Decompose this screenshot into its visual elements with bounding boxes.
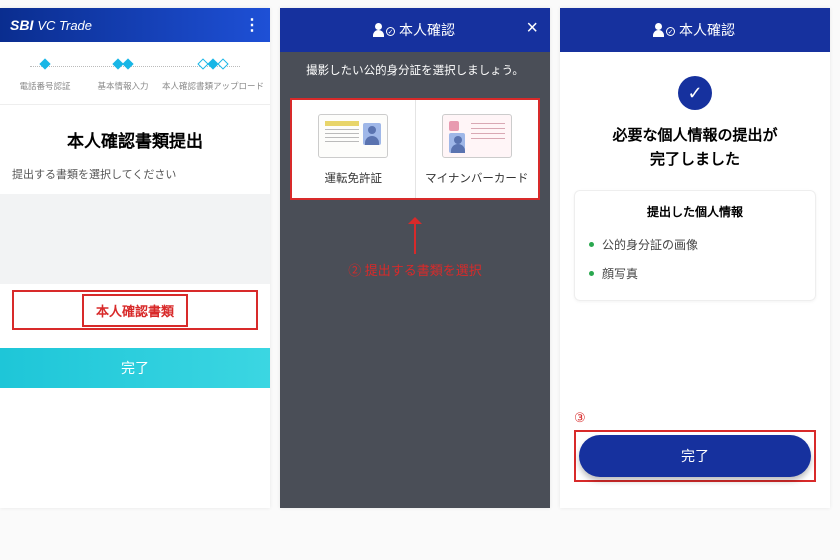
option-drivers-license[interactable]: 運転免許証: [292, 100, 416, 198]
identity-document-label: 本人確認書類: [82, 294, 188, 327]
page-title: 本人確認書類提出: [0, 127, 270, 152]
arrow-up-icon: [408, 210, 422, 224]
identity-icon: ✓: [655, 23, 673, 37]
step-label: 本人確認書類アップロード: [162, 80, 264, 92]
submitted-item: 公的身分証の画像: [589, 230, 801, 259]
title-line: 完了しました: [650, 151, 740, 168]
arrow-stem: [414, 224, 416, 254]
annotation-2-text: ② 提出する書類を選択: [280, 260, 550, 279]
brand-sub: VC Trade: [37, 18, 92, 33]
done-label: 完了: [681, 446, 709, 466]
modal-title: 本人確認: [399, 20, 455, 40]
submitted-info-card: 提出した個人情報 公的身分証の画像 顔写真: [574, 190, 816, 301]
item-label: 顔写真: [602, 265, 638, 282]
screen-2: ✓ 本人確認 × 撮影したい公的身分証を選択しましょう。 運転免許証 マイナンバ…: [280, 8, 550, 508]
brand-logo: SBI: [10, 17, 33, 33]
bullet-icon: [589, 242, 594, 247]
app-header: SBI VC Trade ⋮: [0, 8, 270, 42]
drivers-license-icon: [318, 114, 388, 158]
submitted-item: 顔写真: [589, 259, 801, 288]
option-label: マイナンバーカード: [422, 170, 533, 186]
annotation-2: ② 提出する書類を選択: [280, 210, 550, 279]
modal-instruction: 撮影したい公的身分証を選択しましょう。: [280, 52, 550, 88]
mynumber-card-icon: [442, 114, 512, 158]
spacer: [0, 194, 270, 284]
complete-label: 完了: [121, 358, 149, 378]
completion-body: ✓ 必要な個人情報の提出が 完了しました 提出した個人情報 公的身分証の画像 顔…: [560, 52, 830, 301]
option-label: 運転免許証: [298, 170, 409, 186]
screen-3: ✓ 本人確認 ✓ 必要な個人情報の提出が 完了しました 提出した個人情報 公的身…: [560, 8, 830, 508]
annotation-3-box: 完了: [574, 430, 816, 482]
identity-document-button[interactable]: 本人確認書類: [12, 290, 258, 330]
progress-stepper: 電話番号認証 基本情報入力 本人確認書類アップロード: [0, 42, 270, 105]
title-line: 必要な個人情報の提出が: [612, 127, 777, 144]
modal-header: ✓ 本人確認 ×: [280, 8, 550, 52]
identity-icon: ✓: [375, 23, 393, 37]
card-header: 提出した個人情報: [589, 203, 801, 220]
complete-button[interactable]: 完了: [0, 348, 270, 388]
modal-header: ✓ 本人確認: [560, 8, 830, 52]
step-upload: 本人確認書類アップロード: [162, 60, 264, 92]
done-section: ③ 完了: [574, 410, 816, 482]
modal-title: 本人確認: [679, 20, 735, 40]
screen-1: SBI VC Trade ⋮ 電話番号認証 基本情報入力 本人確認書類アップロー…: [0, 8, 270, 508]
completion-title: 必要な個人情報の提出が 完了しました: [574, 124, 816, 172]
bullet-icon: [589, 271, 594, 276]
item-label: 公的身分証の画像: [602, 236, 698, 253]
instruction-text: 提出する書類を選択してください: [0, 166, 270, 194]
step-basic-info: 基本情報入力: [84, 60, 162, 92]
option-mynumber-card[interactable]: マイナンバーカード: [416, 100, 539, 198]
step-label: 電話番号認証: [6, 80, 84, 92]
step-label: 基本情報入力: [84, 80, 162, 92]
annotation-3: ③: [574, 410, 816, 426]
modal-body: 撮影したい公的身分証を選択しましょう。 運転免許証 マイナンバーカード ② 提出…: [280, 52, 550, 508]
step-phone: 電話番号認証: [6, 60, 84, 92]
success-check-icon: ✓: [678, 76, 712, 110]
done-button[interactable]: 完了: [579, 435, 811, 477]
menu-icon[interactable]: ⋮: [244, 15, 260, 35]
document-options: 運転免許証 マイナンバーカード: [290, 98, 540, 200]
close-icon[interactable]: ×: [526, 18, 538, 38]
